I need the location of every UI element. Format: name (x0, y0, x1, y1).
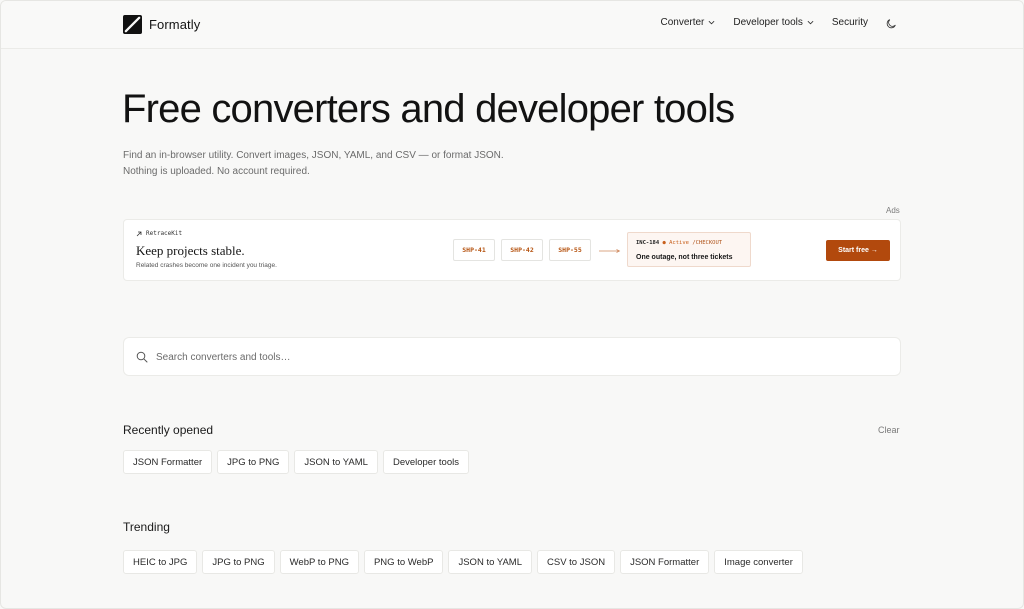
hero-subtitle: Find an in-browser utility. Convert imag… (123, 148, 504, 180)
site-header: Formatly Converter Developer tools Secur… (1, 1, 1023, 49)
main-nav: Converter Developer tools Security (642, 17, 899, 28)
formatly-logo-icon (123, 15, 142, 34)
nav-security[interactable]: Security (832, 17, 868, 28)
ad-code-chip: SHP-55 (549, 239, 591, 261)
page: Formatly Converter Developer tools Secur… (0, 0, 1024, 609)
trending-chip[interactable]: WebP to PNG (279, 550, 359, 574)
incident-header: INC-184 ● Active /CHECKOUT (636, 240, 722, 246)
trending-chip[interactable]: JSON to YAML (448, 550, 532, 574)
moon-icon[interactable] (886, 18, 897, 29)
nav-converter[interactable]: Converter (660, 17, 715, 28)
recent-chip[interactable]: JSON to YAML (294, 450, 378, 474)
recent-list: JSON Formatter JPG to PNG JSON to YAML D… (123, 450, 474, 474)
nav-converter-label: Converter (660, 17, 705, 28)
chevron-down-icon (708, 20, 715, 25)
trending-chip[interactable]: JPG to PNG (202, 550, 275, 574)
page-title: Free converters and developer tools (122, 87, 735, 131)
nav-developer-tools-label: Developer tools (733, 17, 803, 28)
nav-developer-tools[interactable]: Developer tools (733, 17, 814, 28)
search-box[interactable] (123, 337, 901, 376)
brand-logo[interactable]: Formatly (123, 15, 200, 34)
incident-summary: One outage, not three tickets (636, 254, 733, 261)
nav-security-label: Security (831, 17, 868, 28)
recent-chip[interactable]: Developer tools (382, 450, 469, 474)
ad-tagline: Related crashes become one incident you … (136, 262, 277, 269)
trending-chip[interactable]: HEIC to JPG (123, 550, 198, 574)
trending-section-title: Trending (123, 520, 170, 534)
hero-subtitle-line-1: Find an in-browser utility. Convert imag… (123, 150, 504, 161)
ad-code-chip: SHP-41 (453, 239, 495, 261)
trending-chip[interactable]: CSV to JSON (537, 550, 616, 574)
ad-code-chip: SHP-42 (501, 239, 543, 261)
clear-recent-button[interactable]: Clear (878, 425, 900, 435)
ad-brand: RetraceKit (136, 230, 182, 237)
ad-banner[interactable]: RetraceKit Keep projects stable. Related… (123, 219, 901, 281)
incident-status: Active (669, 240, 689, 246)
ad-headline: Keep projects stable. (136, 243, 245, 258)
trending-chip[interactable]: Image converter (714, 550, 803, 574)
trending-chip[interactable]: JSON Formatter (620, 550, 710, 574)
incident-path: /CHECKOUT (692, 240, 723, 246)
ads-label: Ads (886, 206, 900, 215)
recent-section-title: Recently opened (123, 423, 214, 437)
hero-subtitle-line-2: Nothing is uploaded. No account required… (123, 166, 310, 177)
status-dot: ● (662, 240, 666, 246)
recent-chip[interactable]: JPG to PNG (217, 450, 290, 474)
incident-id: INC-184 (636, 240, 660, 246)
brand-name: Formatly (149, 17, 201, 32)
search-input[interactable] (156, 347, 856, 367)
recent-chip[interactable]: JSON Formatter (123, 450, 213, 474)
ad-brand-name: RetraceKit (146, 230, 183, 237)
chevron-down-icon (807, 20, 814, 25)
arrow-right-icon (599, 249, 621, 253)
retracekit-logo-icon (136, 231, 142, 236)
trending-chip[interactable]: PNG to WebP (363, 550, 444, 574)
trending-list: HEIC to JPG JPG to PNG WebP to PNG PNG t… (123, 550, 808, 574)
ad-start-free-button[interactable]: Start free → (826, 240, 890, 261)
ad-incident-card: INC-184 ● Active /CHECKOUT One outage, n… (627, 232, 751, 267)
search-icon (136, 351, 148, 363)
